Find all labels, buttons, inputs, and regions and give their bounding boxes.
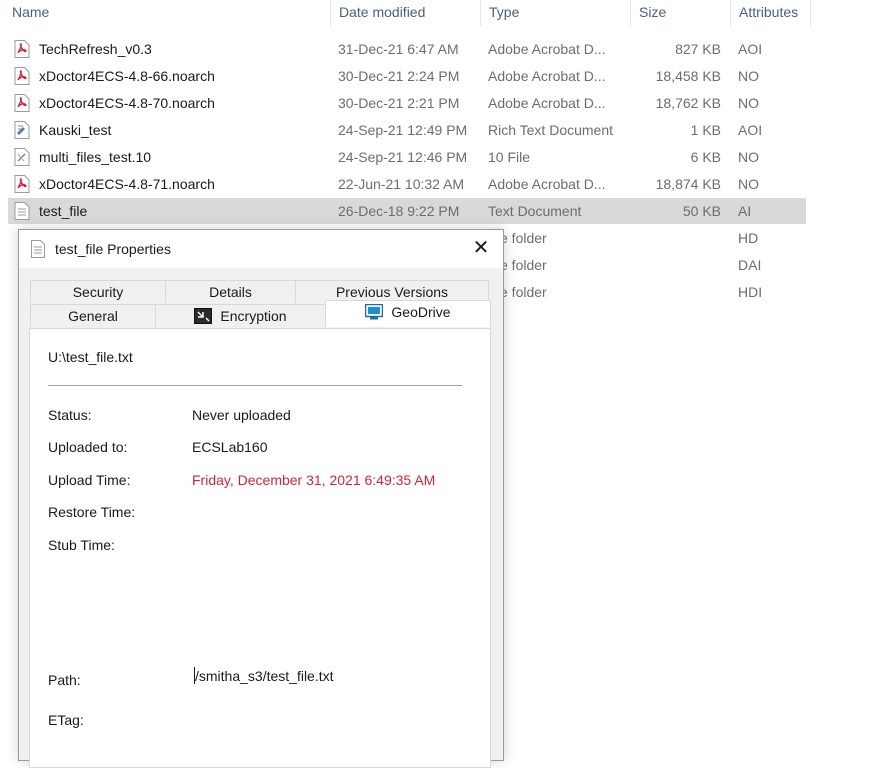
close-button[interactable]: ✕ <box>459 230 503 268</box>
tab-geodrive[interactable]: GeoDrive <box>325 300 491 327</box>
dialog-title-bar[interactable]: test_file Properties ✕ <box>19 230 503 268</box>
stub-time-label: Stub Time: <box>48 537 115 553</box>
file-attributes: NO <box>738 149 759 165</box>
separator <box>48 385 462 386</box>
file-type: Rich Text Document <box>488 122 614 138</box>
path-value: /smitha_s3/test_file.txt <box>195 668 334 684</box>
file-attributes: AOI <box>738 41 763 57</box>
hidden-row-type: e folder <box>500 284 547 300</box>
tab-general[interactable]: General <box>30 304 156 327</box>
status-value: Never uploaded <box>192 407 291 423</box>
file-type: Adobe Acrobat D... <box>488 68 606 84</box>
file-size: 827 KB <box>675 41 721 57</box>
file-size: 18,874 KB <box>655 176 721 192</box>
encryption-icon <box>194 308 213 324</box>
hidden-row-type: e folder <box>500 230 547 246</box>
generic-file-icon <box>14 148 30 166</box>
close-icon: ✕ <box>472 237 490 259</box>
file-attributes: NO <box>738 95 759 111</box>
file-size: 50 KB <box>682 203 721 219</box>
dialog-title: test_file Properties <box>55 241 171 257</box>
upload-time-value: Friday, December 31, 2021 6:49:35 AM <box>192 472 436 488</box>
rich-text-icon <box>14 121 30 139</box>
file-name: xDoctor4ECS-4.8-71.noarch <box>39 176 215 192</box>
uploaded-to-label: Uploaded to: <box>48 439 128 455</box>
pdf-icon <box>14 67 30 85</box>
pdf-icon <box>14 175 30 193</box>
file-type: Text Document <box>488 203 582 219</box>
column-header-date-modified[interactable]: Date modified <box>331 0 481 26</box>
file-size: 18,762 KB <box>655 95 721 111</box>
file-name: TechRefresh_v0.3 <box>39 41 152 57</box>
path-value-field[interactable]: /smitha_s3/test_file.txt <box>194 667 334 684</box>
file-row[interactable]: xDoctor4ECS-4.8-66.noarch 30-Dec-21 2:24… <box>8 63 806 89</box>
file-date: 31-Dec-21 6:47 AM <box>338 41 459 57</box>
column-header-name[interactable]: Name <box>4 0 331 26</box>
column-header-attributes[interactable]: Attributes <box>731 0 811 26</box>
file-row[interactable]: Kauski_test 24-Sep-21 12:49 PM Rich Text… <box>8 117 806 143</box>
file-name: xDoctor4ECS-4.8-70.noarch <box>39 95 215 111</box>
file-date: 24-Sep-21 12:49 PM <box>338 122 468 138</box>
file-row[interactable]: multi_files_test.10 24-Sep-21 12:46 PM 1… <box>8 144 806 170</box>
file-row[interactable]: xDoctor4ECS-4.8-70.noarch 30-Dec-21 2:21… <box>8 90 806 116</box>
file-attributes: NO <box>738 176 759 192</box>
text-file-icon <box>31 240 45 258</box>
pdf-icon <box>14 40 30 58</box>
tab-security[interactable]: Security <box>30 280 166 303</box>
file-date: 30-Dec-21 2:21 PM <box>338 95 460 111</box>
file-name: multi_files_test.10 <box>39 149 152 165</box>
column-header-type[interactable]: Type <box>481 0 631 26</box>
file-type: Adobe Acrobat D... <box>488 176 606 192</box>
file-row[interactable]: xDoctor4ECS-4.8-71.noarch 22-Jun-21 10:3… <box>8 171 806 197</box>
file-size: 1 KB <box>690 122 721 138</box>
file-path: U:\test_file.txt <box>48 349 133 365</box>
file-row[interactable]: TechRefresh_v0.3 31-Dec-21 6:47 AM Adobe… <box>8 36 806 62</box>
hidden-row-type: e folder <box>500 257 547 273</box>
file-name: Kauski_test <box>39 122 112 138</box>
file-attributes: AI <box>738 203 752 219</box>
file-row-selected[interactable]: test_file 26-Dec-18 9:22 PM Text Documen… <box>8 198 806 224</box>
geodrive-panel: U:\test_file.txt Status: Never uploaded … <box>29 328 491 768</box>
text-file-icon <box>14 202 30 220</box>
file-attributes: AOI <box>738 122 763 138</box>
status-label: Status: <box>48 407 92 423</box>
file-name: xDoctor4ECS-4.8-66.noarch <box>39 68 215 84</box>
tab-encryption[interactable]: Encryption <box>155 304 326 327</box>
hidden-row-attributes: HDI <box>738 284 763 300</box>
file-size: 18,458 KB <box>655 68 721 84</box>
properties-dialog: test_file Properties ✕ Security Details … <box>18 229 504 768</box>
restore-time-label: Restore Time: <box>48 504 136 520</box>
hidden-row-attributes: DAI <box>738 257 762 273</box>
column-header-size[interactable]: Size <box>631 0 731 26</box>
file-name: test_file <box>39 203 88 219</box>
geodrive-icon <box>365 304 384 320</box>
uploaded-to-value: ECSLab160 <box>192 439 268 455</box>
file-type: 10 File <box>488 149 531 165</box>
upload-time-label: Upload Time: <box>48 472 131 488</box>
file-date: 24-Sep-21 12:46 PM <box>338 149 468 165</box>
hidden-row-attributes: HD <box>738 230 759 246</box>
file-date: 26-Dec-18 9:22 PM <box>338 203 460 219</box>
file-date: 22-Jun-21 10:32 AM <box>338 176 465 192</box>
tab-details[interactable]: Details <box>165 280 296 303</box>
pdf-icon <box>14 94 30 112</box>
file-size: 6 KB <box>690 149 721 165</box>
path-label: Path: <box>48 672 81 688</box>
etag-label: ETag: <box>48 712 84 728</box>
tab-geodrive-label: GeoDrive <box>391 304 451 320</box>
file-attributes: NO <box>738 68 759 84</box>
file-date: 30-Dec-21 2:24 PM <box>338 68 460 84</box>
file-type: Adobe Acrobat D... <box>488 41 606 57</box>
file-type: Adobe Acrobat D... <box>488 95 606 111</box>
tab-encryption-label: Encryption <box>220 308 287 324</box>
